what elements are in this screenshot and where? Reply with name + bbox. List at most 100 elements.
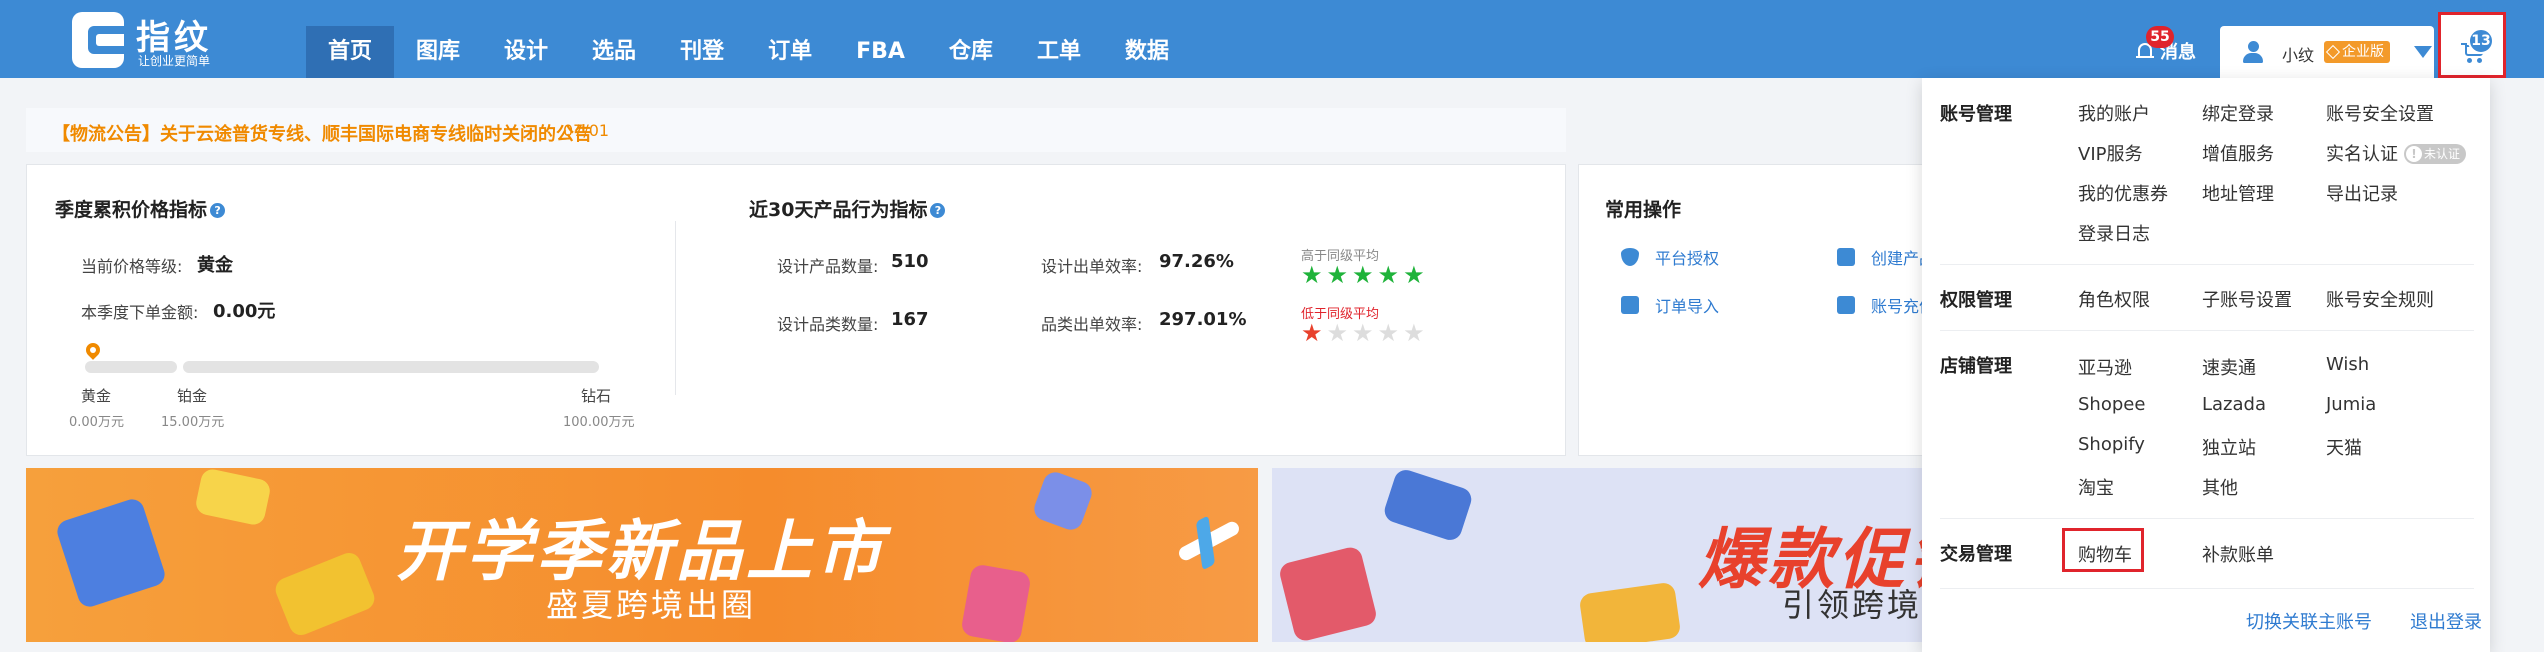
tier-gold-amount: 0.00万元 xyxy=(69,415,124,430)
star-empty-icon: ★ xyxy=(1403,319,1425,347)
menu-my-coupons[interactable]: 我的优惠券 xyxy=(2078,180,2168,206)
menu-vip-service[interactable]: VIP服务 xyxy=(2078,140,2142,166)
behavior-title: 近30天产品行为指标? xyxy=(749,195,946,222)
logo-mark-icon xyxy=(72,12,124,68)
op-order-import[interactable]: 订单导入 xyxy=(1621,293,1719,317)
op-account-recharge[interactable]: 账号充值 xyxy=(1837,293,1935,317)
logout-link[interactable]: 退出登录 xyxy=(2410,608,2482,634)
warning-icon: ! xyxy=(2406,146,2422,162)
nav-gallery[interactable]: 图库 xyxy=(394,26,482,78)
nav-tickets[interactable]: 工单 xyxy=(1015,26,1103,78)
tier-diamond-amount: 100.00万元 xyxy=(563,415,635,430)
menu-divider xyxy=(1940,264,2474,265)
menu-real-name-verification[interactable]: 实名认证! 未认证 xyxy=(2326,140,2467,166)
menu-divider xyxy=(1940,330,2474,331)
help-icon[interactable]: ? xyxy=(930,203,946,218)
menu-tmall[interactable]: 天猫 xyxy=(2326,434,2362,460)
cube-icon xyxy=(1837,248,1855,266)
star-filled-icon: ★ xyxy=(1301,261,1323,289)
announcement-bar: 【物流公告】关于云途普货专线、顺丰国际电商专线临时关闭的公告 07/01 xyxy=(26,108,1566,152)
orders-amount-value: 0.00元 xyxy=(213,301,276,322)
menu-value-added-services[interactable]: 增值服务 xyxy=(2202,140,2274,166)
nav-data[interactable]: 数据 xyxy=(1103,26,1191,78)
design-rating-stars: ★ ★ ★ ★ ★ xyxy=(1301,263,1425,287)
menu-address-management[interactable]: 地址管理 xyxy=(2202,180,2274,206)
messages-count-badge: 55 xyxy=(2146,26,2174,48)
menu-amazon[interactable]: 亚马逊 xyxy=(2078,354,2132,380)
menu-jumia[interactable]: Jumia xyxy=(2326,394,2376,415)
map-pin-icon xyxy=(85,343,101,363)
nav-home[interactable]: 首页 xyxy=(306,26,395,78)
menu-divider xyxy=(1940,588,2474,589)
nav-orders[interactable]: 订单 xyxy=(746,26,834,78)
menu-other-stores[interactable]: 其他 xyxy=(2202,474,2238,500)
menu-bind-login[interactable]: 绑定登录 xyxy=(2202,100,2274,126)
menu-export-records[interactable]: 导出记录 xyxy=(2326,180,2398,206)
star-filled-icon: ★ xyxy=(1301,319,1323,347)
design-rate-label: 设计出单效率: xyxy=(1041,257,1143,276)
price-level-value: 黄金 xyxy=(197,255,233,276)
nav-warehouse[interactable]: 仓库 xyxy=(927,26,1015,78)
design-count-label: 设计产品数量: xyxy=(777,257,879,276)
category-rate-value: 297.01% xyxy=(1159,309,1247,330)
menu-independent-site[interactable]: 独立站 xyxy=(2202,434,2256,460)
menu-shopify[interactable]: Shopify xyxy=(2078,434,2145,455)
menu-account-security-settings[interactable]: 账号安全设置 xyxy=(2326,100,2434,126)
announcement-date: 07/01 xyxy=(563,121,610,140)
promo-banner-hot-sale[interactable]: 爆款促销 引领跨境新 xyxy=(1272,468,1932,642)
nav-fba[interactable]: FBA xyxy=(834,26,927,78)
promo-banner-back-to-school[interactable]: 开学季新品上市 盛夏跨境出圈 xyxy=(26,468,1258,642)
category-count-value: 167 xyxy=(891,309,929,330)
help-icon[interactable]: ? xyxy=(210,203,226,218)
chevron-down-icon[interactable] xyxy=(2414,46,2432,58)
logo[interactable]: 指纹 让创业更简单 xyxy=(72,10,232,70)
banner1-subtitle: 盛夏跨境出圈 xyxy=(546,586,757,624)
common-operations-card: 常用操作 平台授权 创建产品 订单导入 账号充值 xyxy=(1578,164,1935,456)
menu-my-account[interactable]: 我的账户 xyxy=(2078,100,2150,126)
bag-illustration-blue xyxy=(1030,468,1096,534)
star-filled-icon: ★ xyxy=(1326,261,1349,289)
star-filled-icon: ★ xyxy=(1352,261,1374,289)
metrics-card: 季度累积价格指标? 当前价格等级: 黄金 本季度下单金额: 0.00元 黄金 0… xyxy=(26,164,1566,456)
menu-supplement-bill[interactable]: 补款账单 xyxy=(2202,541,2274,567)
menu-sub-account-settings[interactable]: 子账号设置 xyxy=(2202,286,2292,312)
op-create-product[interactable]: 创建产品 xyxy=(1837,245,1935,269)
backpack-illustration-pink xyxy=(960,563,1032,642)
tier-platinum-name: 铂金 xyxy=(177,387,208,405)
user-name: 小纹 xyxy=(2282,46,2315,65)
user-menu-trigger[interactable]: 小纹 企业版 xyxy=(2220,26,2434,78)
menu-taobao[interactable]: 淘宝 xyxy=(2078,474,2114,500)
menu-account-security-rules[interactable]: 账号安全规则 xyxy=(2326,286,2434,312)
op-platform-auth[interactable]: 平台授权 xyxy=(1621,245,1719,269)
menu-shopee[interactable]: Shopee xyxy=(2078,394,2145,415)
nav-design[interactable]: 设计 xyxy=(482,26,570,78)
user-icon xyxy=(2242,41,2264,63)
category-count-label: 设计品类数量: xyxy=(777,315,879,334)
switch-main-account-link[interactable]: 切换关联主账号 xyxy=(2246,608,2372,634)
tier-diamond-name: 钻石 xyxy=(581,387,612,405)
menu-login-log[interactable]: 登录日志 xyxy=(2078,220,2150,246)
tier-track-gold xyxy=(85,361,177,373)
duffel-illustration-yellow xyxy=(1578,581,1682,642)
backpack-illustration xyxy=(54,496,168,610)
enterprise-badge: 企业版 xyxy=(2324,41,2390,63)
common-ops-title: 常用操作 xyxy=(1605,199,1682,221)
announcement-link[interactable]: 【物流公告】关于云途普货专线、顺丰国际电商专线临时关闭的公告 xyxy=(52,120,592,146)
airplane-icon xyxy=(1176,519,1242,563)
menu-cart[interactable]: 购物车 xyxy=(2078,541,2132,567)
wallet-icon xyxy=(1837,296,1855,314)
menu-divider xyxy=(1940,518,2474,519)
shield-icon xyxy=(1621,248,1639,266)
main-nav: 首页 图库 设计 选品 刊登 订单 FBA 仓库 工单 数据 xyxy=(306,26,1191,78)
group-permission-management: 权限管理 xyxy=(1940,290,2012,311)
menu-aliexpress[interactable]: 速卖通 xyxy=(2202,354,2256,380)
menu-role-permissions[interactable]: 角色权限 xyxy=(2078,286,2150,312)
menu-lazada[interactable]: Lazada xyxy=(2202,394,2266,415)
nav-listing[interactable]: 刊登 xyxy=(658,26,746,78)
star-filled-icon: ★ xyxy=(1403,261,1425,289)
nav-product-selection[interactable]: 选品 xyxy=(570,26,658,78)
excel-icon xyxy=(1621,296,1639,314)
group-transaction-management: 交易管理 xyxy=(1940,544,2012,565)
menu-wish[interactable]: Wish xyxy=(2326,354,2369,375)
category-rate-label: 品类出单效率: xyxy=(1041,315,1143,334)
